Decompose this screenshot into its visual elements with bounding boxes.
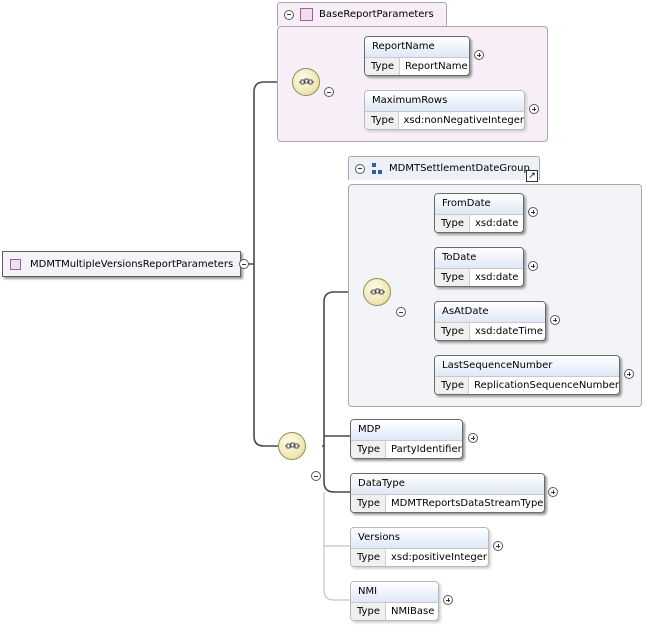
expand-plus-icon[interactable]: [528, 207, 538, 217]
element-maximumrows[interactable]: MaximumRows Type xsd:nonNegativeInteger: [364, 90, 525, 130]
element-name: AsAtDate: [435, 302, 545, 322]
attribute-group-name: BaseReportParameters: [319, 9, 434, 20]
sequence-glyph-icon: [285, 442, 300, 449]
root-element[interactable]: MDMTMultipleVersionsReportParameters: [2, 251, 242, 277]
reference-arrow-icon[interactable]: ↗: [526, 170, 538, 182]
element-name: ReportName: [365, 37, 469, 57]
element-nmi[interactable]: NMI Type NMIBase: [350, 581, 439, 621]
type-label: Type: [351, 603, 386, 620]
element-name: Versions: [351, 528, 488, 548]
collapse-minus-icon[interactable]: [239, 259, 249, 269]
root-element-name: MDMTMultipleVersionsReportParameters: [30, 258, 234, 270]
element-name: MDP: [351, 420, 462, 440]
element-name: FromDate: [435, 194, 523, 214]
sequence-compositor-icon[interactable]: [292, 68, 320, 96]
element-versions[interactable]: Versions Type xsd:positiveInteger: [350, 527, 489, 567]
element-group-name: MDMTSettlementDateGroup: [389, 163, 530, 174]
attribute-group-header[interactable]: BaseReportParameters: [277, 2, 447, 26]
type-label: Type: [435, 377, 470, 394]
group-icon: [371, 162, 383, 175]
element-todate[interactable]: ToDate Type xsd:date: [434, 247, 524, 287]
type-value: xsd:nonNegativeInteger: [403, 115, 525, 126]
sequence-compositor-icon[interactable]: [278, 432, 306, 460]
type-value: ReplicationSequenceNumber: [474, 380, 619, 391]
element-datatype[interactable]: DataType Type MDMTReportsDataStreamType: [350, 473, 545, 513]
element-group-header[interactable]: MDMTSettlementDateGroup: [348, 156, 540, 180]
element-asatdate[interactable]: AsAtDate Type xsd:dateTime: [434, 301, 546, 341]
element-name: MaximumRows: [365, 91, 524, 111]
type-value: xsd:dateTime: [475, 326, 543, 337]
expand-plus-icon[interactable]: [493, 541, 503, 551]
type-value: MDMTReportsDataStreamType: [391, 498, 544, 509]
expand-plus-icon[interactable]: [528, 261, 538, 271]
expand-plus-icon[interactable]: [468, 433, 478, 443]
type-label: Type: [435, 323, 470, 340]
type-label: Type: [365, 58, 400, 75]
expand-plus-icon[interactable]: [474, 50, 484, 60]
element-reportname[interactable]: ReportName Type ReportName: [364, 36, 470, 76]
collapse-minus-icon[interactable]: [324, 87, 334, 97]
sequence-glyph-icon: [299, 78, 314, 85]
type-label: Type: [435, 215, 470, 232]
type-value: xsd:date: [475, 272, 519, 283]
type-label: Type: [365, 112, 399, 129]
element-mdp[interactable]: MDP Type PartyIdentifier: [350, 419, 463, 459]
type-value: NMIBase: [391, 606, 435, 617]
element-name: DataType: [351, 474, 544, 494]
expand-plus-icon[interactable]: [548, 487, 558, 497]
element-name: NMI: [351, 582, 438, 602]
element-fromdate[interactable]: FromDate Type xsd:date: [434, 193, 524, 233]
type-label: Type: [351, 549, 386, 566]
expand-plus-icon[interactable]: [550, 315, 560, 325]
element-lastsequencenumber[interactable]: LastSequenceNumber Type ReplicationSeque…: [434, 355, 620, 395]
element-name: ToDate: [435, 248, 523, 268]
element-name: LastSequenceNumber: [435, 356, 619, 376]
collapse-minus-icon[interactable]: [355, 163, 365, 174]
type-label: Type: [435, 269, 470, 286]
collapse-minus-icon[interactable]: [311, 471, 321, 481]
expand-plus-icon[interactable]: [624, 369, 634, 379]
sequence-glyph-icon: [370, 288, 385, 295]
attribute-group-icon: [300, 8, 313, 21]
expand-plus-icon[interactable]: [443, 595, 453, 605]
type-value: ReportName: [405, 61, 468, 72]
collapse-minus-icon[interactable]: [396, 307, 406, 317]
collapse-minus-icon[interactable]: [284, 9, 294, 20]
type-value: xsd:date: [475, 218, 519, 229]
type-label: Type: [351, 441, 386, 458]
type-value: xsd:positiveInteger: [391, 552, 488, 563]
sequence-compositor-icon[interactable]: [363, 278, 391, 306]
type-label: Type: [351, 495, 386, 512]
type-value: PartyIdentifier: [391, 444, 462, 455]
element-icon: [10, 258, 21, 270]
expand-plus-icon[interactable]: [529, 104, 539, 114]
